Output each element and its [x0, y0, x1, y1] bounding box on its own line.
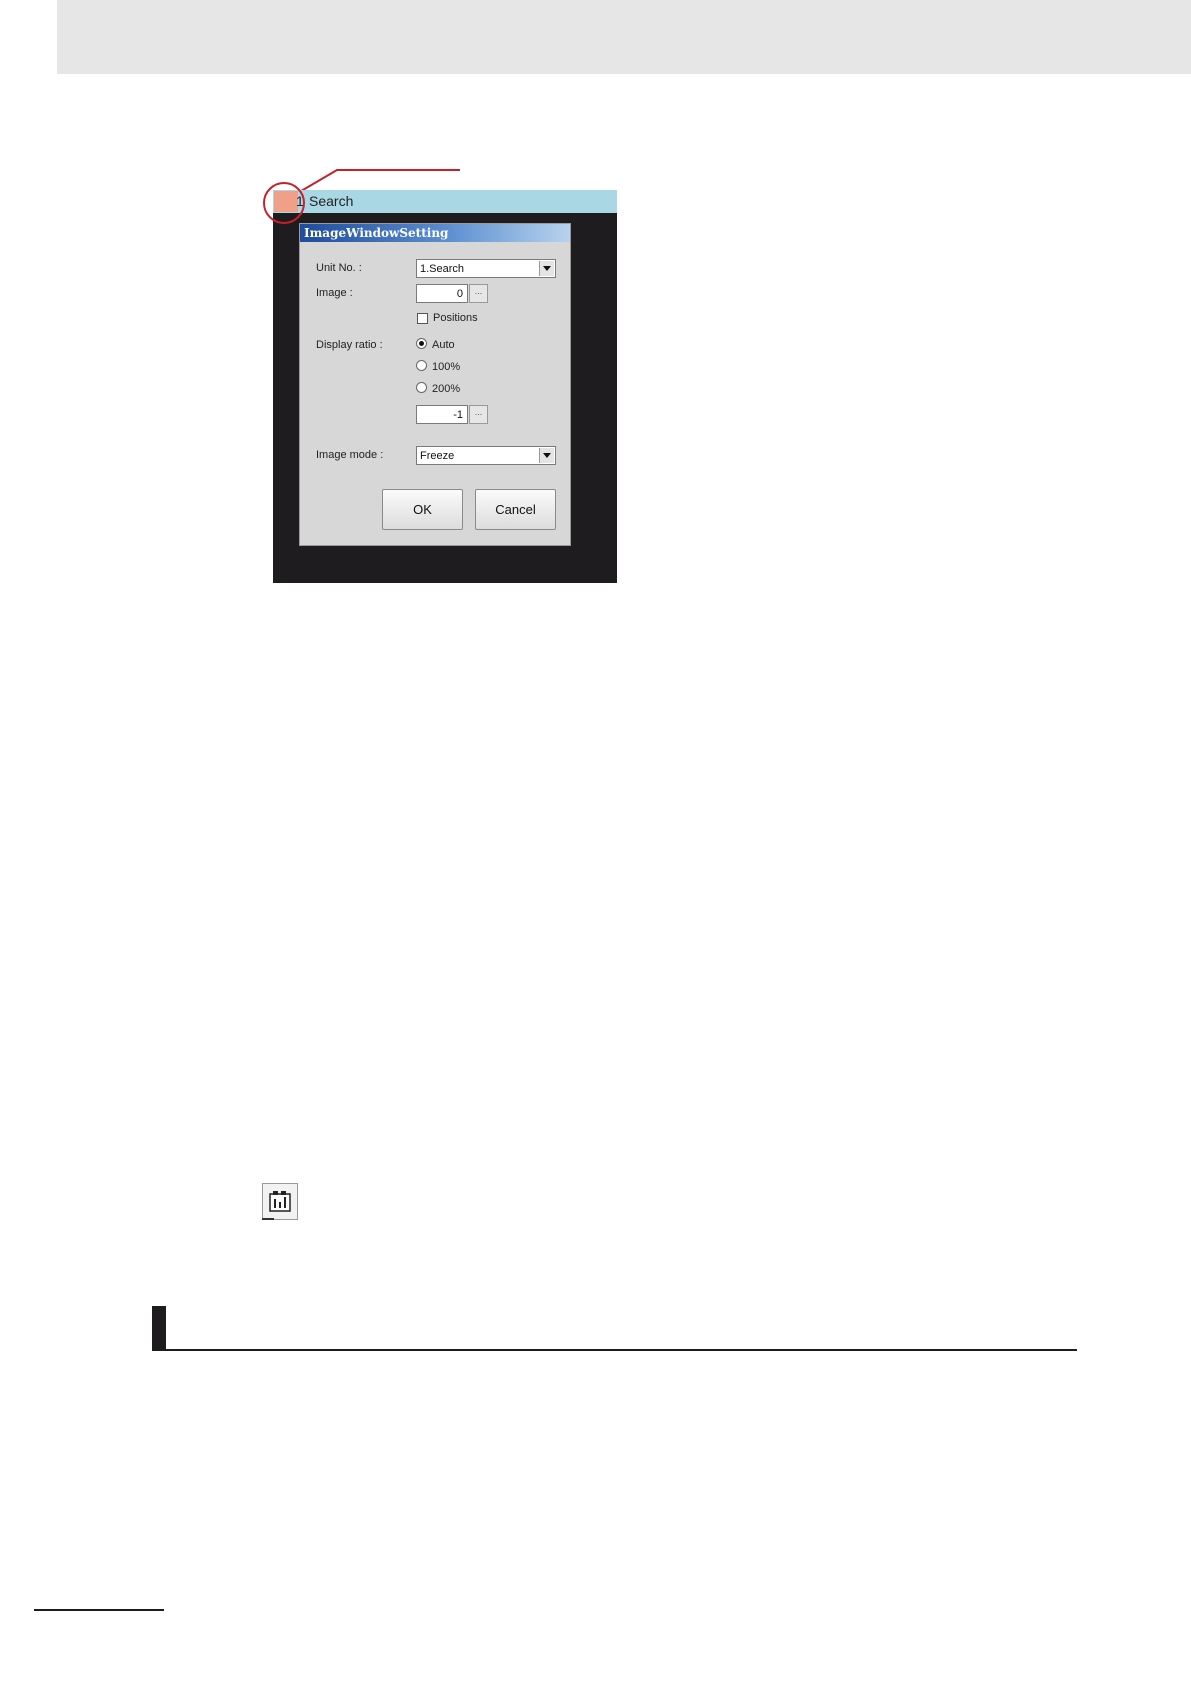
section-marker — [152, 1306, 166, 1351]
image-mode-label: Image mode : — [316, 449, 384, 461]
image-window-settings-icon[interactable] — [262, 1183, 298, 1220]
section-heading-rule — [152, 1306, 1077, 1351]
radio-100[interactable] — [416, 360, 427, 371]
section-underline — [152, 1349, 1077, 1351]
image-label: Image : — [316, 287, 353, 299]
ratio-value: -1 — [453, 409, 463, 421]
radio-200-label: 200% — [432, 383, 461, 395]
footer-rule — [34, 1609, 164, 1611]
unit-no-label: Unit No. : — [316, 262, 362, 274]
radio-auto-label: Auto — [432, 339, 455, 351]
dialog-titlebar: ImageWindowSetting — [300, 224, 570, 242]
ratio-value-field[interactable]: -1 — [416, 405, 468, 424]
image-mode-value: Freeze — [420, 450, 455, 462]
radio-200[interactable] — [416, 382, 427, 393]
positions-checkbox[interactable] — [417, 313, 428, 324]
page-header-band — [57, 0, 1191, 74]
image-number-field[interactable]: 0 — [416, 284, 468, 303]
highlight-circle — [263, 182, 305, 224]
cancel-button[interactable]: Cancel — [475, 489, 556, 530]
ratio-browse-button[interactable]: ... — [469, 405, 488, 424]
image-number-value: 0 — [456, 288, 463, 300]
dialog-title: ImageWindowSetting — [304, 226, 449, 240]
chevron-down-icon[interactable] — [539, 261, 554, 276]
image-window-setting-dialog: ImageWindowSetting Unit No. : 1.Search I… — [299, 223, 571, 546]
chevron-down-icon[interactable] — [539, 448, 554, 463]
image-window: 1 Search ImageWindowSetting Unit No. : 1… — [273, 190, 617, 583]
unit-no-select[interactable]: 1.Search — [416, 259, 556, 278]
positions-label: Positions — [433, 312, 478, 324]
radio-100-label: 100% — [432, 361, 461, 373]
ok-button[interactable]: OK — [382, 489, 463, 530]
window-title: Search — [309, 193, 354, 209]
radio-auto[interactable] — [416, 338, 427, 349]
display-ratio-label: Display ratio : — [316, 339, 383, 351]
unit-no-value: 1.Search — [420, 263, 465, 275]
image-browse-button[interactable]: ... — [469, 284, 488, 303]
image-mode-select[interactable]: Freeze — [416, 446, 556, 465]
window-titlebar: 1 Search — [273, 190, 617, 213]
